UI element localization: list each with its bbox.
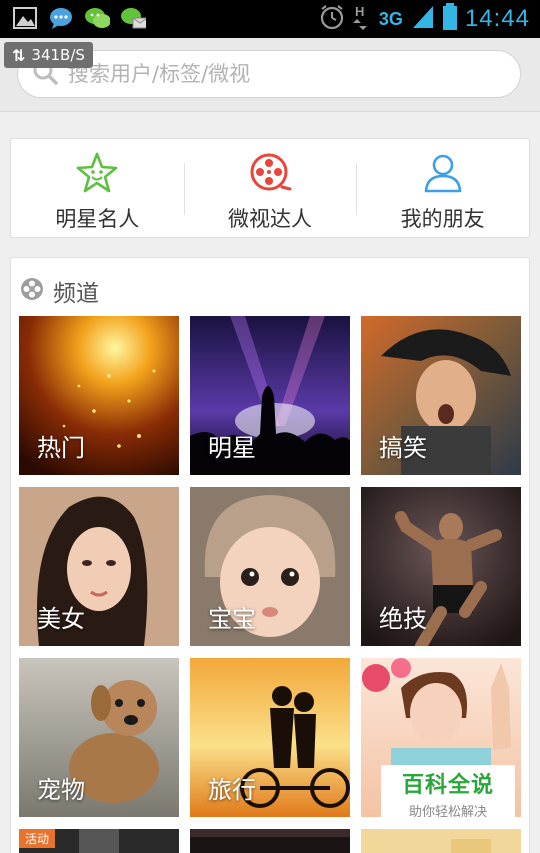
channel-tile-funny[interactable]: 搞笑	[361, 316, 521, 475]
channel-header: 频道	[19, 274, 99, 308]
up-down-arrows-icon: ⇅	[12, 45, 26, 65]
status-bar: H 3G 14:44	[0, 0, 540, 38]
quick-nav-friends[interactable]: 我的朋友	[356, 139, 529, 237]
channel-tile-label: 搞笑	[379, 434, 427, 462]
network-speed-badge: ⇅ 341B/S	[4, 42, 93, 68]
film-reel-icon	[248, 151, 292, 195]
wechat-icon	[84, 6, 110, 30]
channel-panel: 频道 热门 明星 搞笑 美女 宝宝 绝技 宠物 旅行 百科全说 助你轻松解决 活…	[10, 257, 530, 853]
quick-nav: 明星名人 微视达人 我的朋友	[10, 138, 530, 238]
battery-icon	[442, 3, 457, 35]
activity-tag: 活动	[19, 829, 56, 848]
light-image	[361, 829, 521, 853]
quick-nav-stars[interactable]: 明星名人	[11, 139, 184, 237]
clock: 14:44	[464, 5, 530, 32]
data-h-icon: H	[352, 3, 371, 35]
channel-tile-label: 宠物	[37, 776, 85, 804]
channel-tile-baby[interactable]: 宝宝	[190, 487, 350, 646]
gallery-icon	[12, 6, 38, 30]
quick-nav-experts[interactable]: 微视达人	[183, 139, 357, 237]
promo-subtitle: 助你轻松解决	[408, 804, 487, 818]
network-type: 3G	[378, 8, 403, 29]
channel-tile-pets[interactable]: 宠物	[19, 658, 179, 817]
channel-tile-label: 宝宝	[208, 605, 256, 633]
channel-tile-row4-2[interactable]	[190, 829, 350, 853]
channel-tile-label: 旅行	[208, 776, 256, 804]
channel-tile-skill[interactable]: 绝技	[361, 487, 521, 646]
channel-tile-activity[interactable]: 活动	[19, 829, 179, 853]
channel-tile-hot[interactable]: 热门	[19, 316, 179, 475]
channel-tile-label: 绝技	[379, 605, 427, 633]
person-icon	[421, 151, 465, 195]
channel-tile-beauty[interactable]: 美女	[19, 487, 179, 646]
quick-nav-label: 微视达人	[228, 207, 312, 231]
alarm-icon	[319, 4, 345, 34]
network-speed-text: 341B/S	[31, 46, 85, 64]
promo-card[interactable]: 百科全说 助你轻松解决	[381, 765, 515, 817]
signal-icon	[411, 4, 435, 34]
search-input[interactable]	[68, 62, 488, 86]
film-reel-small-icon	[19, 276, 45, 306]
channel-tile-stars[interactable]: 明星	[190, 316, 350, 475]
channel-tile-travel[interactable]: 旅行	[190, 658, 350, 817]
channel-tile-label: 明星	[208, 434, 256, 462]
channel-title: 频道	[53, 281, 99, 307]
channel-tile-label: 美女	[37, 605, 85, 633]
quick-nav-label: 明星名人	[55, 207, 140, 231]
promo-title: 百科全说	[401, 772, 494, 798]
dark-image	[190, 829, 350, 853]
channel-tile-promo[interactable]: 百科全说 助你轻松解决	[361, 658, 521, 817]
quick-nav-label: 我的朋友	[400, 207, 485, 231]
chat-bubble-icon	[48, 6, 74, 30]
channel-tile-label: 热门	[37, 434, 85, 462]
svg-text:H: H	[355, 4, 364, 19]
wechat-mail-icon	[120, 6, 146, 30]
channel-tile-row4-3[interactable]	[361, 829, 521, 853]
star-face-icon	[75, 151, 119, 195]
